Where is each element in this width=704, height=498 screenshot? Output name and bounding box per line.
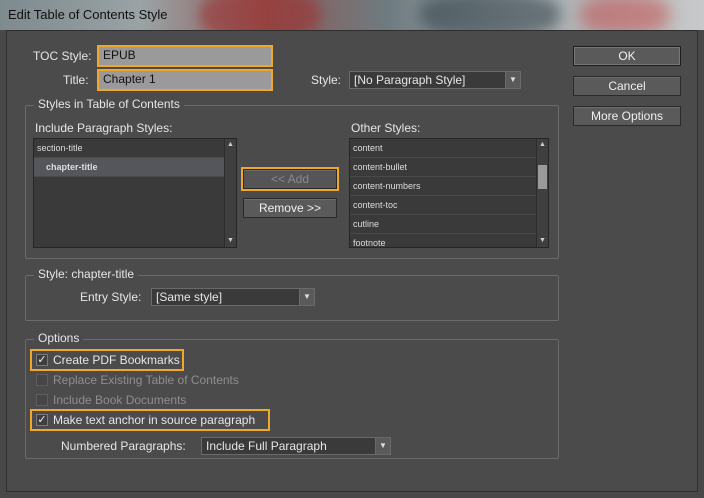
toc-style-label: TOC Style: <box>33 49 92 63</box>
list-item[interactable]: footnote <box>350 234 548 247</box>
replace-existing-label: Replace Existing Table of Contents <box>53 373 239 387</box>
title-input[interactable]: Chapter 1 <box>97 69 273 91</box>
numbered-paragraphs-label: Numbered Paragraphs: <box>61 439 186 453</box>
chevron-down-icon: ▼ <box>375 438 390 454</box>
list-item-selected[interactable]: chapter-title <box>34 158 236 177</box>
create-pdf-bookmarks-option[interactable]: ✓ Create PDF Bookmarks <box>30 349 184 371</box>
list-item[interactable]: section-title <box>34 139 236 158</box>
list-item[interactable]: content-numbers <box>350 177 548 196</box>
more-options-button[interactable]: More Options <box>573 106 681 126</box>
title-style-select[interactable]: [No Paragraph Style] ▼ <box>349 71 521 89</box>
remove-button[interactable]: Remove >> <box>243 198 337 218</box>
window-title: Edit Table of Contents Style <box>8 7 168 22</box>
numbered-paragraphs-select[interactable]: Include Full Paragraph ▼ <box>201 437 391 455</box>
scroll-down-icon[interactable]: ▼ <box>537 235 548 247</box>
list-item[interactable]: content-bullet <box>350 158 548 177</box>
toc-style-input[interactable]: EPUB <box>97 45 273 67</box>
styles-group-title: Styles in Table of Contents <box>34 97 184 111</box>
list-item[interactable]: cutline <box>350 215 548 234</box>
scroll-up-icon[interactable]: ▲ <box>225 139 236 151</box>
scroll-up-icon[interactable]: ▲ <box>537 139 548 151</box>
scroll-thumb[interactable] <box>538 165 547 189</box>
make-anchor-label: Make text anchor in source paragraph <box>53 413 256 427</box>
style-group-title: Style: chapter-title <box>34 267 139 281</box>
checkbox-checked[interactable]: ✓ <box>36 414 48 426</box>
options-group-title: Options <box>34 331 84 345</box>
entry-style-label: Entry Style: <box>80 290 142 304</box>
list-item[interactable]: content <box>350 139 548 158</box>
other-styles-list[interactable]: content content-bullet content-numbers c… <box>349 138 549 248</box>
include-book-docs-label: Include Book Documents <box>53 393 187 407</box>
other-list-scrollbar[interactable]: ▲ ▼ <box>536 139 548 247</box>
title-style-value: [No Paragraph Style] <box>354 73 466 87</box>
title-style-label: Style: <box>311 73 342 87</box>
dialog-body: TOC Style: EPUB Title: Chapter 1 Style: … <box>6 30 698 492</box>
entry-style-select[interactable]: [Same style] ▼ <box>151 288 315 306</box>
chevron-down-icon: ▼ <box>505 72 520 88</box>
include-styles-list[interactable]: section-title chapter-title ▲ ▼ <box>33 138 237 248</box>
make-anchor-option[interactable]: ✓ Make text anchor in source paragraph <box>30 409 270 431</box>
include-list-scrollbar[interactable]: ▲ ▼ <box>224 139 236 247</box>
include-book-docs-checkbox[interactable] <box>36 394 48 406</box>
replace-existing-checkbox[interactable] <box>36 374 48 386</box>
checkbox-checked[interactable]: ✓ <box>36 354 48 366</box>
ok-button[interactable]: OK <box>573 46 681 66</box>
other-styles-label: Other Styles: <box>351 121 421 135</box>
entry-style-value: [Same style] <box>156 290 223 304</box>
chevron-down-icon: ▼ <box>299 289 314 305</box>
window-titlebar[interactable]: Edit Table of Contents Style <box>0 0 704 30</box>
add-button[interactable]: << Add <box>241 167 339 191</box>
title-label: Title: <box>63 73 89 87</box>
scroll-down-icon[interactable]: ▼ <box>225 235 236 247</box>
numbered-paragraphs-value: Include Full Paragraph <box>206 439 327 453</box>
include-styles-label: Include Paragraph Styles: <box>35 121 173 135</box>
create-pdf-bookmarks-label: Create PDF Bookmarks <box>53 353 180 367</box>
cancel-button[interactable]: Cancel <box>573 76 681 96</box>
list-item[interactable]: content-toc <box>350 196 548 215</box>
